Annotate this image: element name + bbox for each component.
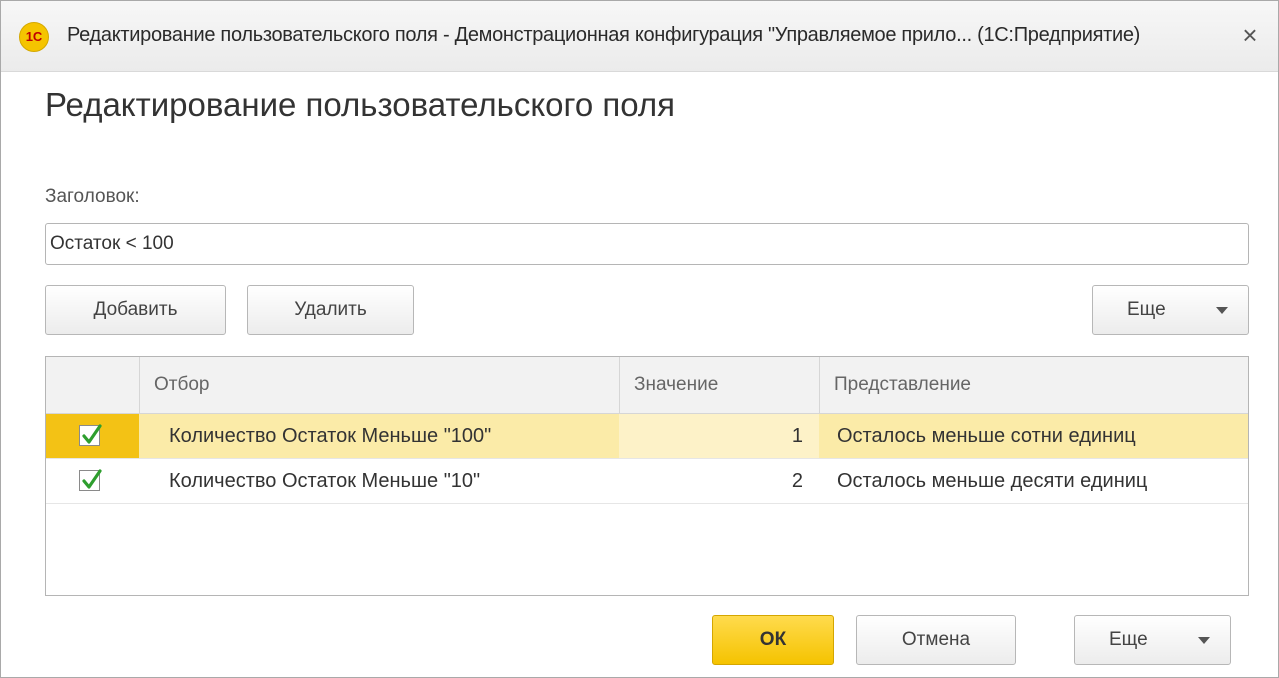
more-menu-label: Еще	[1127, 299, 1166, 320]
checkmark-icon	[82, 469, 102, 489]
table-header: Отбор Значение Представление	[46, 357, 1248, 414]
footer-more-label: Еще	[1109, 629, 1148, 650]
ok-button[interactable]: ОК	[712, 615, 834, 665]
column-header-value[interactable]: Значение	[619, 357, 819, 413]
filters-table[interactable]: Отбор Значение Представление Количество …	[45, 356, 1249, 596]
table-cell-filter: Количество Остаток Меньше "10"	[169, 470, 481, 492]
footer-more-button[interactable]: Еще	[1074, 615, 1231, 665]
chevron-down-icon	[1216, 307, 1228, 314]
title-bar: 1С Редактирование пользовательского поля…	[1, 1, 1278, 72]
title-field-label: Заголовок:	[45, 186, 140, 207]
table-row[interactable]: Количество Остаток Меньше "100" 1 Остало…	[46, 414, 1248, 459]
row-checkbox[interactable]	[79, 424, 102, 446]
table-cell-view: Осталось меньше сотни единиц	[837, 425, 1136, 447]
table-cell-check	[46, 459, 139, 503]
column-header-filter[interactable]: Отбор	[139, 357, 619, 413]
title-field[interactable]	[45, 223, 1249, 265]
table-cell-view: Осталось меньше десяти единиц	[837, 470, 1148, 492]
row-checkbox[interactable]	[79, 469, 102, 491]
table-row[interactable]: Количество Остаток Меньше "10" 2 Осталос…	[46, 459, 1248, 504]
checkmark-icon	[82, 424, 102, 444]
delete-button[interactable]: Удалить	[247, 285, 414, 335]
column-header-check[interactable]	[46, 357, 139, 413]
table-cell-value: 1	[619, 414, 819, 458]
window-title: Редактирование пользовательского поля - …	[67, 24, 1141, 46]
dialog-window: 1С Редактирование пользовательского поля…	[0, 0, 1279, 678]
table-cell-value: 2	[791, 470, 803, 492]
close-icon[interactable]: ×	[1234, 19, 1266, 51]
add-button[interactable]: Добавить	[45, 285, 226, 335]
cancel-button[interactable]: Отмена	[856, 615, 1016, 665]
app-logo-icon: 1С	[19, 22, 49, 52]
page-title: Редактирование пользовательского поля	[45, 86, 675, 123]
table-cell-check	[46, 414, 139, 458]
column-header-view[interactable]: Представление	[819, 357, 1248, 413]
more-menu-button[interactable]: Еще	[1092, 285, 1249, 335]
chevron-down-icon	[1198, 637, 1210, 644]
table-cell-filter: Количество Остаток Меньше "100"	[169, 425, 492, 447]
